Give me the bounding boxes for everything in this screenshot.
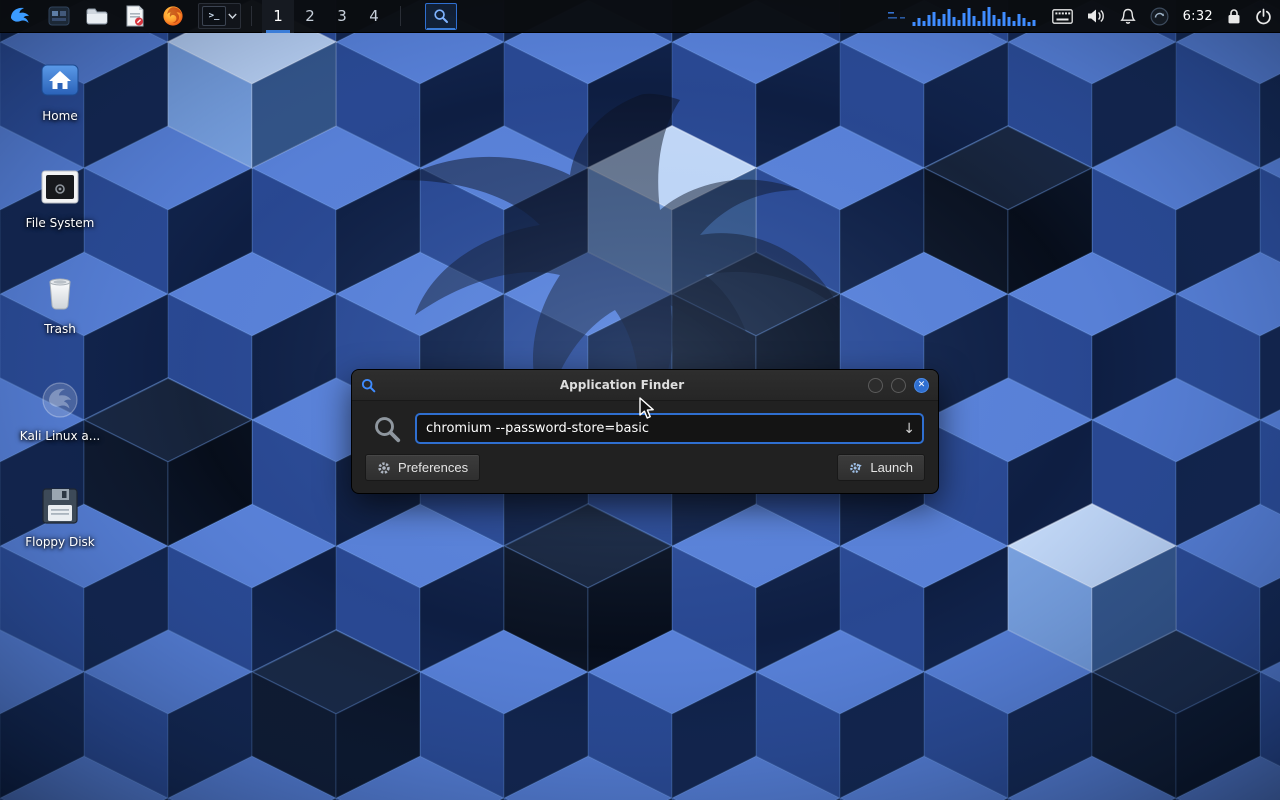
clock[interactable]: 6:32 <box>1183 9 1213 24</box>
run-icon <box>849 461 863 475</box>
panel-search-button[interactable] <box>425 3 457 30</box>
terminal-icon: >_ <box>202 6 226 26</box>
desktop-icon-floppy-disk[interactable]: Floppy Disk <box>10 484 110 549</box>
window-title: Application Finder <box>382 378 862 392</box>
text-editor-icon[interactable] <box>122 3 148 29</box>
gear-icon <box>377 461 391 475</box>
kali-menu-icon[interactable] <box>8 3 34 29</box>
search-row: ↓ <box>364 410 926 454</box>
workspace-2-button[interactable]: 2 <box>294 0 326 33</box>
desktop-icon-label: File System <box>10 217 110 230</box>
notifications-bell-icon[interactable] <box>1120 8 1136 25</box>
system-tray: 6:32 <box>888 4 1272 28</box>
workspace-1-button[interactable]: 1 <box>262 0 294 33</box>
audio-spectrum-visualizer[interactable] <box>888 4 1038 28</box>
command-input-wrap: ↓ <box>415 413 924 444</box>
home-icon <box>10 58 110 102</box>
application-finder-window: Application Finder ✕ ↓ Preferences Launc… <box>352 370 938 493</box>
launch-label: Launch <box>870 460 913 475</box>
workspace-2-label: 2 <box>305 7 315 25</box>
logout-power-icon[interactable] <box>1255 8 1272 25</box>
titlebar[interactable]: Application Finder ✕ <box>352 370 938 401</box>
dropdown-arrow-icon[interactable]: ↓ <box>903 422 915 436</box>
trash-icon <box>10 271 110 315</box>
volume-icon[interactable] <box>1087 8 1106 24</box>
maximize-button[interactable] <box>891 378 906 393</box>
panel-separator <box>251 6 252 26</box>
app-search-icon <box>361 378 376 393</box>
lock-icon[interactable] <box>1227 8 1241 25</box>
desktop-icon-home[interactable]: Home <box>10 58 110 123</box>
desktop-icon-trash[interactable]: Trash <box>10 271 110 336</box>
desktop-icon-label: Trash <box>10 323 110 336</box>
launch-button[interactable]: Launch <box>837 454 925 481</box>
minimize-button[interactable] <box>868 378 883 393</box>
workspace-3-button[interactable]: 3 <box>326 0 358 33</box>
desktop-icon-label: Floppy Disk <box>10 536 110 549</box>
desktop-icon-file-system[interactable]: File System <box>10 165 110 230</box>
workspace-switcher: 1 2 3 4 <box>262 0 390 33</box>
firefox-icon[interactable] <box>160 3 186 29</box>
search-icon <box>372 414 402 444</box>
preferences-label: Preferences <box>398 460 468 475</box>
window-controls: ✕ <box>868 378 929 393</box>
workspace-3-label: 3 <box>337 7 347 25</box>
desktop-icon-kali-linux[interactable]: Kali Linux a... <box>10 378 110 443</box>
file-system-icon <box>10 165 110 209</box>
status-orb-icon[interactable] <box>1150 7 1169 26</box>
chevron-down-icon[interactable] <box>228 13 237 19</box>
folder-icon[interactable] <box>84 3 110 29</box>
search-icon <box>433 8 449 24</box>
preferences-button[interactable]: Preferences <box>365 454 480 481</box>
panel-launchers: >_ <box>8 3 241 29</box>
desktop-icon-label: Home <box>10 110 110 123</box>
top-panel: >_ 1 2 3 4 6:32 <box>0 0 1280 33</box>
keyboard-icon[interactable] <box>1052 9 1073 24</box>
file-manager-icon[interactable] <box>46 3 72 29</box>
workspace-1-label: 1 <box>273 7 283 25</box>
workspace-4-label: 4 <box>369 7 379 25</box>
desktop-icon-label: Kali Linux a... <box>10 430 110 443</box>
floppy-disk-icon <box>10 484 110 528</box>
command-input[interactable] <box>415 413 924 444</box>
workspace-4-button[interactable]: 4 <box>358 0 390 33</box>
terminal-prompt-glyph: >_ <box>209 11 220 21</box>
button-row: Preferences Launch <box>364 454 926 481</box>
kali-installer-icon <box>10 378 110 422</box>
close-button[interactable]: ✕ <box>914 378 929 393</box>
finder-body: ↓ Preferences Launch <box>352 401 938 493</box>
terminal-launcher[interactable]: >_ <box>198 3 241 29</box>
panel-separator <box>400 6 401 26</box>
close-icon: ✕ <box>918 379 926 392</box>
